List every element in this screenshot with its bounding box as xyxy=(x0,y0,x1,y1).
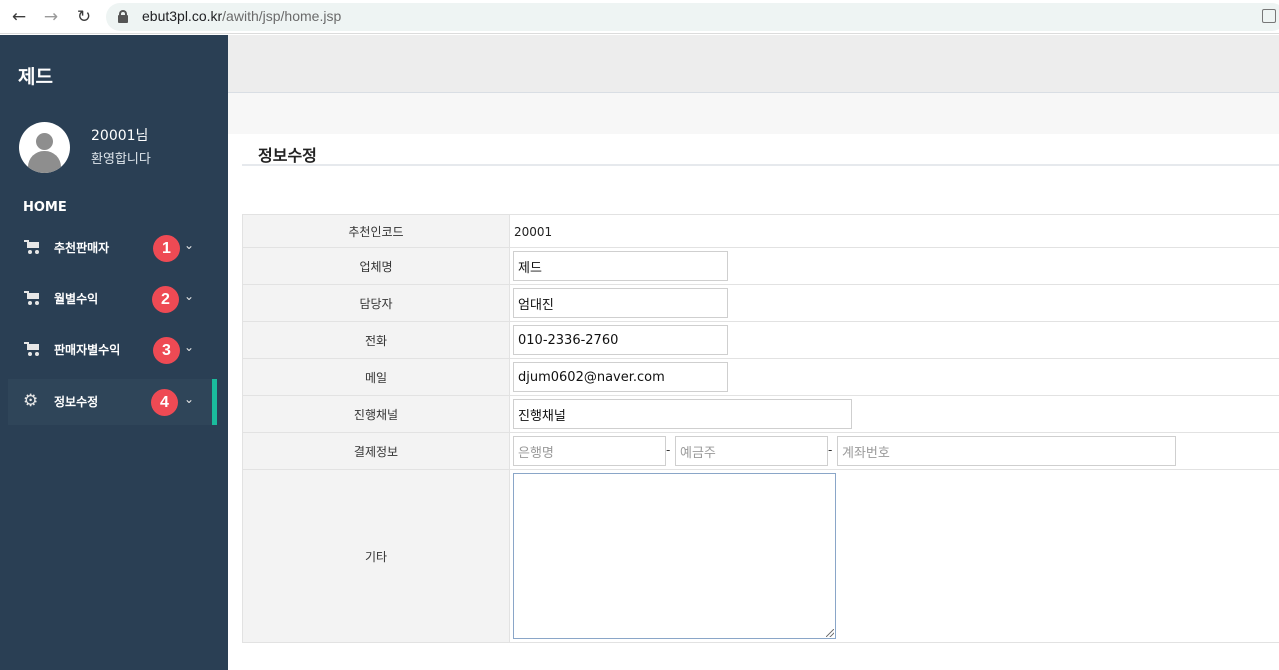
sidebar-item-seller-revenue[interactable]: 판매자별수익 3 ⌄ xyxy=(8,327,217,373)
form-row-etc: 기타 xyxy=(242,469,1279,643)
chevron-down-icon: ⌄ xyxy=(184,340,195,354)
account-holder-input[interactable]: 예금주 xyxy=(675,436,828,466)
company-name-field[interactable]: 제드 xyxy=(513,251,728,281)
step-badge: 3 xyxy=(153,337,180,364)
url-path: /awith/jsp/home.jsp xyxy=(222,8,342,24)
sidebar-item-edit-info[interactable]: ⚙ 정보수정 4 ⌄ xyxy=(8,379,217,425)
account-number-input[interactable]: 계좌번호 xyxy=(837,436,1176,466)
cart-icon xyxy=(24,342,40,356)
company-name-label: 업체명 xyxy=(242,248,510,284)
share-icon[interactable] xyxy=(1262,9,1276,23)
sidebar-item-label: 정보수정 xyxy=(54,395,99,409)
lock-icon xyxy=(118,10,128,23)
chevron-down-icon: ⌄ xyxy=(184,289,195,303)
chevron-down-icon: ⌄ xyxy=(184,392,195,406)
user-id: 20001님 xyxy=(91,128,149,144)
phone-field[interactable]: 010-2336-2760 xyxy=(513,325,728,355)
resize-handle-icon[interactable] xyxy=(826,629,834,637)
etc-textarea[interactable] xyxy=(513,473,836,639)
manager-label: 담당자 xyxy=(242,285,510,321)
gear-icon: ⚙ xyxy=(23,391,39,411)
email-label: 메일 xyxy=(242,359,510,395)
email-field[interactable]: djum0602@naver.com xyxy=(513,362,728,392)
payment-label: 결제정보 xyxy=(242,433,510,469)
content-header-strip xyxy=(228,93,1279,134)
form-row-email: 메일 djum0602@naver.com xyxy=(242,358,1279,395)
url-domain: ebut3pl.co.kr xyxy=(142,8,223,24)
sidebar-item-label: 월별수익 xyxy=(54,292,99,306)
referral-code-value: 20001 xyxy=(514,225,553,239)
sidebar-item-label: 판매자별수익 xyxy=(54,343,121,357)
separator: - xyxy=(828,443,833,457)
referral-code-label: 추천인코드 xyxy=(242,215,510,247)
channel-field[interactable]: 진행채널 xyxy=(513,399,852,429)
cart-icon xyxy=(24,240,40,254)
phone-label: 전화 xyxy=(242,322,510,358)
sidebar: 제드 20001님 환영합니다 HOME 추천판매자 1 ⌄ 월별수익 2 ⌄ … xyxy=(0,35,228,670)
browser-toolbar: ← → ↻ ebut3pl.co.kr/awith/jsp/home.jsp xyxy=(0,0,1279,34)
brand-name[interactable]: 제드 xyxy=(18,62,53,89)
welcome-text: 환영합니다 xyxy=(91,152,151,167)
etc-label: 기타 xyxy=(242,470,510,642)
bank-name-input[interactable]: 은행명 xyxy=(513,436,666,466)
sidebar-item-recommended-sellers[interactable]: 추천판매자 1 ⌄ xyxy=(8,225,217,271)
cart-icon xyxy=(24,291,40,305)
home-label: HOME xyxy=(23,200,67,215)
step-badge: 1 xyxy=(153,235,180,262)
channel-label: 진행채널 xyxy=(242,396,510,432)
form-row-company-name: 업체명 제드 xyxy=(242,247,1279,284)
step-badge: 4 xyxy=(151,389,178,416)
url-text: ebut3pl.co.kr/awith/jsp/home.jsp xyxy=(142,8,341,24)
form-row-channel: 진행채널 진행채널 xyxy=(242,395,1279,432)
sidebar-item-label: 추천판매자 xyxy=(54,241,110,255)
reload-icon[interactable]: ↻ xyxy=(71,4,97,30)
form-row-payment: 결제정보 은행명 - 예금주 - 계좌번호 xyxy=(242,432,1279,469)
page-title: 정보수정 xyxy=(258,146,317,165)
divider xyxy=(242,164,1279,166)
forward-arrow-icon[interactable]: → xyxy=(38,4,64,30)
top-navbar xyxy=(228,35,1279,93)
form-row-referral-code: 추천인코드 20001 xyxy=(242,214,1279,247)
manager-field[interactable]: 엄대진 xyxy=(513,288,728,318)
chevron-down-icon: ⌄ xyxy=(184,238,195,252)
address-bar[interactable]: ebut3pl.co.kr/awith/jsp/home.jsp xyxy=(106,3,1279,31)
separator: - xyxy=(666,443,671,457)
step-badge: 2 xyxy=(152,286,179,313)
form-row-manager: 담당자 엄대진 xyxy=(242,284,1279,321)
avatar xyxy=(19,122,70,173)
form-row-phone: 전화 010-2336-2760 xyxy=(242,321,1279,358)
back-arrow-icon[interactable]: ← xyxy=(6,4,32,30)
sidebar-item-monthly-revenue[interactable]: 월별수익 2 ⌄ xyxy=(8,276,217,322)
